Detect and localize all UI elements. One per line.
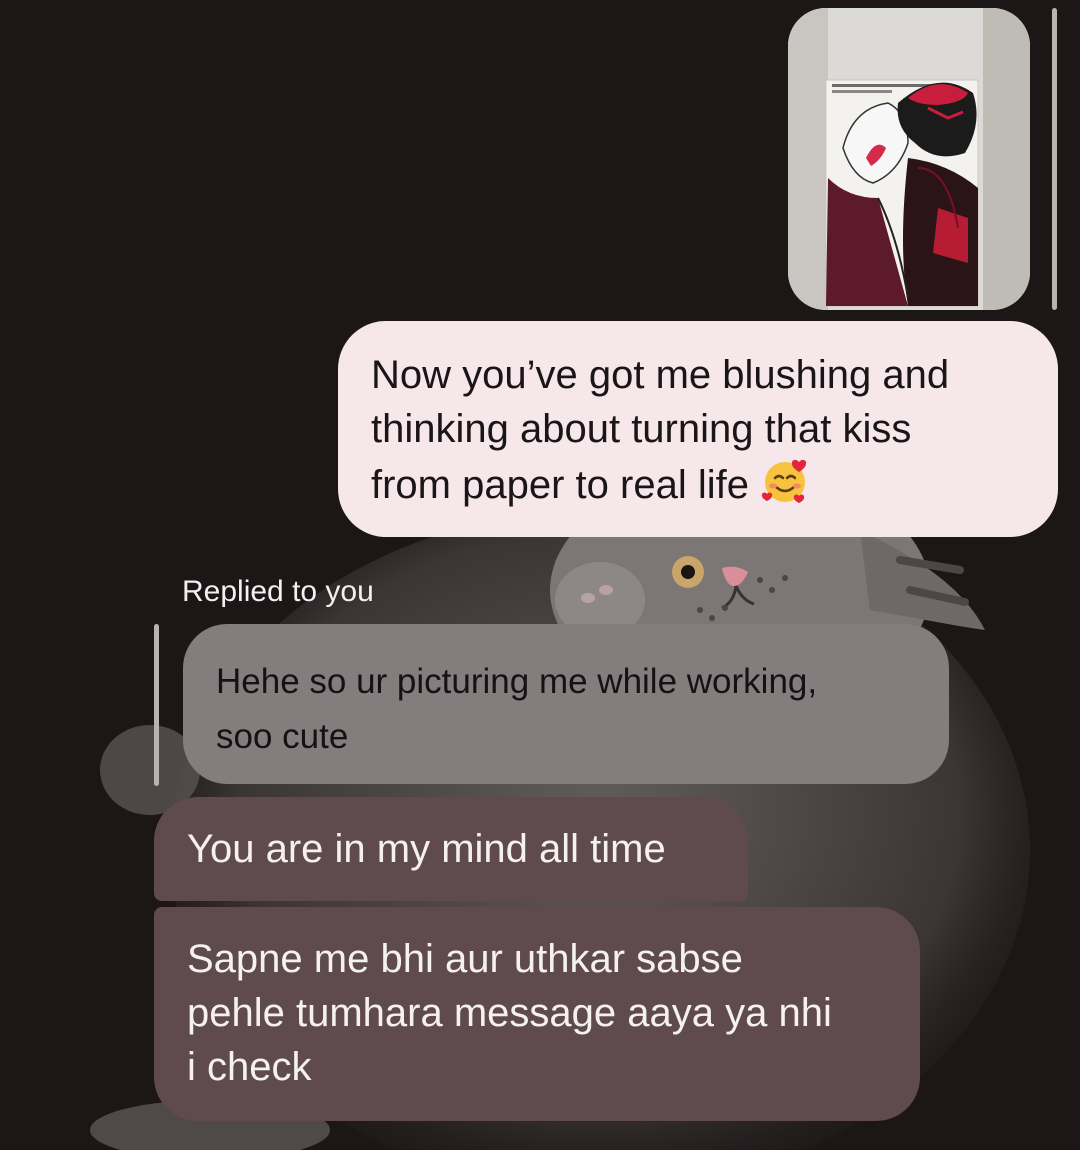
quoted-message-text: Hehe so ur picturing me while working, s… [216,662,818,756]
received-message-bubble[interactable]: You are in my mind all time [154,797,748,901]
photo-scroll-indicator [1052,8,1057,310]
smiling-face-with-hearts-icon [761,456,811,506]
received-message-bubble[interactable]: Sapne me bhi aur uthkar sabse pehle tumh… [154,907,920,1121]
shared-photo-message[interactable] [788,8,1030,310]
chat-thread: Now you’ve got me blushing and thinking … [0,0,1080,1150]
kiss-drawing-image [788,8,1030,310]
received-message-text: Sapne me bhi aur uthkar sabse pehle tumh… [187,937,832,1089]
sent-message-text: Now you’ve got me blushing and thinking … [371,353,950,507]
reply-context-label: Replied to you [182,575,374,608]
quoted-message-bubble[interactable]: Hehe so ur picturing me while working, s… [183,624,949,784]
sent-message-bubble[interactable]: Now you’ve got me blushing and thinking … [338,321,1058,537]
received-message-text: You are in my mind all time [187,827,666,871]
reply-quote-bar [154,624,159,786]
